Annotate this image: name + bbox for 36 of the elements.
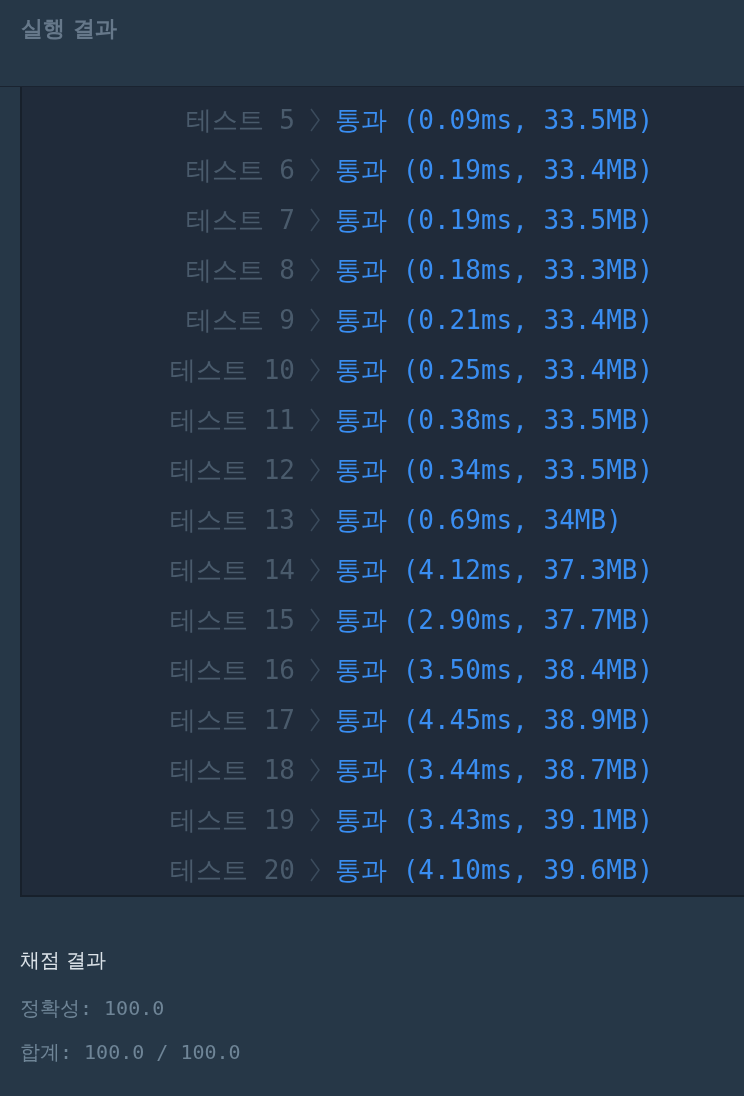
chevron-right-icon bbox=[310, 258, 320, 282]
section-title: 실행 결과 bbox=[21, 16, 117, 41]
test-result: 통과 (0.18ms, 33.3MB) bbox=[335, 253, 655, 287]
test-result: 통과 (0.34ms, 33.5MB) bbox=[335, 453, 655, 487]
chevron-right-icon bbox=[310, 408, 320, 432]
chevron-right-icon bbox=[310, 358, 320, 382]
test-result: 통과 (0.21ms, 33.4MB) bbox=[335, 303, 655, 337]
test-result: 통과 (4.12ms, 37.3MB) bbox=[335, 553, 655, 587]
test-result: 통과 (0.38ms, 33.5MB) bbox=[335, 403, 655, 437]
chevron-right-icon bbox=[310, 558, 320, 582]
test-result: 통과 (0.19ms, 33.5MB) bbox=[335, 203, 655, 237]
test-result: 통과 (0.25ms, 33.4MB) bbox=[335, 353, 655, 387]
grading-title: 채점 결과 bbox=[20, 947, 108, 974]
test-result: 통과 (3.50ms, 38.4MB) bbox=[335, 653, 655, 687]
chevron-right-icon bbox=[310, 758, 320, 782]
test-result: 통과 (4.45ms, 38.9MB) bbox=[335, 703, 655, 737]
test-result: 통과 (0.19ms, 33.4MB) bbox=[335, 153, 655, 187]
test-result: 통과 (4.10ms, 39.6MB) bbox=[335, 853, 655, 887]
score-line: 합계: 100.0 / 100.0 bbox=[20, 1039, 242, 1066]
chevron-right-icon bbox=[310, 158, 320, 182]
chevron-right-icon bbox=[310, 708, 320, 732]
chevron-right-icon bbox=[310, 808, 320, 832]
chevron-right-icon bbox=[310, 858, 320, 882]
test-result: 통과 (0.69ms, 34MB) bbox=[335, 503, 623, 537]
score-line: 정확성: 100.0 bbox=[20, 995, 166, 1022]
chevron-right-icon bbox=[310, 658, 320, 682]
test-result: 통과 (0.09ms, 33.5MB) bbox=[335, 103, 655, 137]
test-result: 통과 (2.90ms, 37.7MB) bbox=[335, 603, 655, 637]
chevron-right-icon bbox=[310, 508, 320, 532]
chevron-right-icon bbox=[310, 108, 320, 132]
test-result: 통과 (3.43ms, 39.1MB) bbox=[335, 803, 655, 837]
chevron-right-icon bbox=[310, 308, 320, 332]
chevron-right-icon bbox=[310, 208, 320, 232]
test-result: 통과 (3.44ms, 38.7MB) bbox=[335, 753, 655, 787]
chevron-right-icon bbox=[310, 608, 320, 632]
chevron-right-icon bbox=[310, 458, 320, 482]
